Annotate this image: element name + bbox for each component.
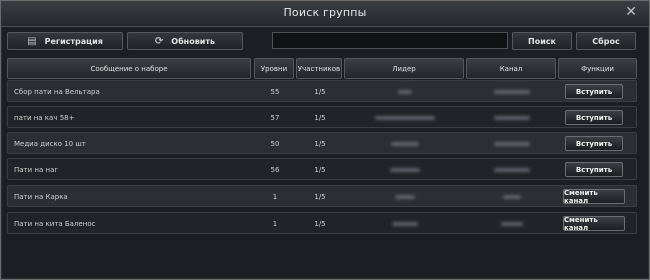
row-members: 1/5 — [314, 193, 326, 201]
join-button[interactable]: Вступить — [565, 136, 623, 151]
header-message[interactable]: Сообщение о наборе — [7, 58, 251, 79]
row-level: 55 — [270, 88, 280, 96]
header-leader[interactable]: Лидер — [344, 58, 464, 79]
reset-button[interactable]: Сброс — [576, 32, 636, 50]
row-channel — [467, 81, 557, 103]
row-level: 1 — [272, 193, 278, 201]
table-row[interactable]: Пати на наг 56 1/5 Вступить — [7, 158, 637, 180]
header-members[interactable]: Участников — [296, 58, 342, 79]
search-button[interactable]: Поиск — [512, 32, 572, 50]
table-row[interactable]: пати на кач 58+ 57 1/5 Вступить — [7, 106, 637, 128]
table-row[interactable]: Пати на кита Баленос 1 1/5 Сменить канал — [7, 212, 637, 234]
register-button-label: Регистрация — [44, 36, 103, 46]
row-message: Пати на наг — [14, 166, 59, 174]
document-icon: ▤ — [27, 35, 37, 47]
row-level: 50 — [270, 140, 280, 148]
close-icon[interactable]: ✕ — [625, 4, 637, 20]
row-leader — [345, 107, 465, 129]
row-members: 1/5 — [314, 114, 326, 122]
window-title: Поиск группы — [283, 6, 367, 19]
header-channel[interactable]: Канал — [466, 58, 556, 79]
party-table: Сообщение о наборе Уровни Участников Лид… — [7, 58, 637, 234]
join-button[interactable]: Вступить — [565, 162, 623, 177]
toolbar: ▤ Регистрация ⟳ Обновить Поиск Сброс — [7, 31, 645, 51]
row-level: 1 — [272, 220, 278, 228]
row-level: 56 — [270, 166, 280, 174]
title-bar[interactable]: Поиск группы ✕ — [1, 1, 649, 27]
row-message: Сбор пати на Вельтара — [14, 88, 100, 96]
table-row[interactable]: Сбор пати на Вельтара 55 1/5 Вступить — [7, 80, 637, 102]
row-leader — [345, 186, 465, 208]
table-header: Сообщение о наборе Уровни Участников Лид… — [7, 58, 637, 79]
header-functions[interactable]: Функции — [558, 58, 637, 79]
change-channel-button[interactable]: Сменить канал — [563, 216, 625, 232]
row-message: пати на кач 58+ — [14, 114, 75, 122]
row-channel — [467, 159, 557, 181]
change-channel-button[interactable]: Сменить канал — [563, 189, 625, 205]
row-leader — [345, 213, 465, 235]
header-level[interactable]: Уровни — [254, 58, 294, 79]
row-members: 1/5 — [314, 140, 326, 148]
join-button[interactable]: Вступить — [565, 110, 623, 125]
row-channel — [467, 133, 557, 155]
party-search-window: Поиск группы ✕ ▤ Регистрация ⟳ Обновить … — [0, 0, 650, 280]
refresh-button[interactable]: ⟳ Обновить — [127, 32, 243, 50]
row-leader — [345, 133, 465, 155]
table-row[interactable]: Пати на Карка 1 1/5 Сменить канал — [7, 185, 637, 207]
table-row[interactable]: Медиа диско 10 шт 50 1/5 Вступить — [7, 132, 637, 154]
row-message: Пати на кита Баленос — [14, 220, 96, 228]
refresh-button-label: Обновить — [171, 36, 216, 46]
row-message: Пати на Карка — [14, 193, 68, 201]
row-channel — [467, 186, 557, 208]
row-leader — [345, 159, 465, 181]
row-leader — [345, 81, 465, 103]
row-members: 1/5 — [314, 88, 326, 96]
row-members: 1/5 — [314, 166, 326, 174]
join-button[interactable]: Вступить — [565, 84, 623, 99]
row-level: 57 — [270, 114, 280, 122]
row-channel — [467, 213, 557, 235]
search-input[interactable] — [272, 32, 508, 49]
row-channel — [467, 107, 557, 129]
refresh-icon: ⟳ — [154, 35, 164, 47]
register-button[interactable]: ▤ Регистрация — [7, 32, 123, 50]
row-message: Медиа диско 10 шт — [14, 140, 86, 148]
row-members: 1/5 — [314, 220, 326, 228]
